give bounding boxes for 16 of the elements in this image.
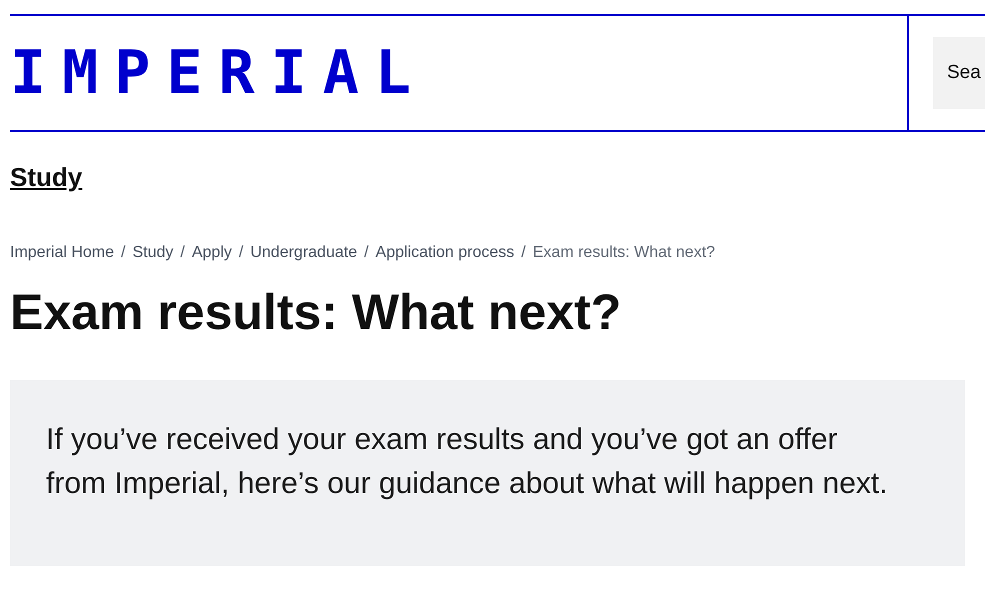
breadcrumb-link[interactable]: Undergraduate xyxy=(250,241,358,265)
breadcrumb-link[interactable]: Apply xyxy=(192,241,232,265)
breadcrumb-link[interactable]: Study xyxy=(132,241,174,265)
page-title: Exam results: What next? xyxy=(10,283,622,342)
breadcrumb-current: Exam results: What next? xyxy=(532,243,716,263)
breadcrumb-separator: / xyxy=(180,243,185,263)
logo[interactable]: IMPERIAL xyxy=(10,43,427,103)
breadcrumb-separator: / xyxy=(121,243,126,263)
breadcrumb-separator: / xyxy=(238,243,244,263)
search-button[interactable]: Sea xyxy=(933,37,985,109)
breadcrumb-link[interactable]: Application process xyxy=(376,241,514,265)
breadcrumb-separator: / xyxy=(521,243,526,263)
breadcrumb-separator: / xyxy=(364,243,369,263)
intro-text: If you’ve received your exam results and you’ve got an offer from Imperial, here’s our guidance about what will happen next. xyxy=(46,422,889,502)
breadcrumb-link[interactable]: Imperial Home xyxy=(10,241,114,265)
section-link[interactable]: Study xyxy=(10,162,82,192)
